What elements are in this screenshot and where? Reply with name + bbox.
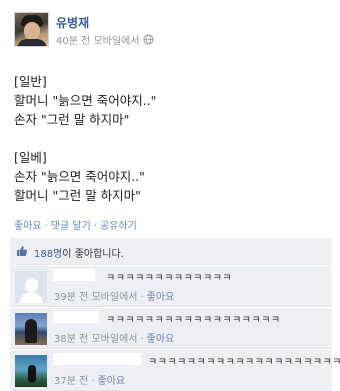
- share-button[interactable]: 공유하기: [100, 221, 137, 232]
- action-separator: ·: [44, 221, 48, 232]
- likes-text: 188명이 좋아합니다.: [34, 245, 124, 260]
- post-meta: 40분 전 모바일에서: [56, 32, 155, 47]
- comment-item: ㅋㅋㅋㅋㅋㅋㅋㅋㅋㅋㅋㅋㅋ 39분 전 모바일에서 · 좋아요: [10, 266, 332, 307]
- post-line: 할머니 "그런 말 하지마": [14, 188, 141, 203]
- comment-avatar[interactable]: [15, 313, 47, 345]
- avatar-figure: [28, 365, 36, 383]
- comment-like-button[interactable]: 좋아요: [98, 376, 126, 387]
- comment-avatar[interactable]: [15, 355, 47, 387]
- comment-author-redacted: [53, 353, 141, 365]
- comment-meta: 38분 전 모바일에서 · 좋아요: [54, 330, 174, 345]
- comment-item: ㅋㅋㅋㅋㅋㅋㅋㅋㅋㅋㅋㅋㅋㅋㅋㅋㅋㅋ 38분 전 모바일에서 · 좋아요: [10, 308, 332, 349]
- default-avatar-head: [25, 278, 38, 292]
- meta-separator: ·: [91, 376, 95, 387]
- post-line: [일반]: [14, 74, 47, 89]
- comment-author-redacted: [53, 269, 95, 281]
- comment-time[interactable]: 39분 전 모바일에서: [54, 292, 137, 303]
- comment-time[interactable]: 37분 전: [54, 376, 88, 387]
- post-body: [일반] 할머니 "늙으면 죽어야지.." 손자 "그런 말 하지마" [일베]…: [14, 72, 324, 205]
- default-avatar-shoulders: [19, 292, 43, 303]
- meta-separator: ·: [140, 334, 144, 345]
- comment-text: ㅋㅋㅋㅋㅋㅋㅋㅋㅋㅋㅋㅋㅋㅋㅋㅋㅋㅋㅋㅋㅋ: [148, 357, 340, 368]
- post-actions: 좋아요 · 댓글 달기 · 공유하기: [14, 217, 137, 232]
- post-line-gap: [14, 129, 324, 148]
- globe-icon: [143, 34, 155, 45]
- avatar-figure: [25, 319, 37, 343]
- comment-like-button[interactable]: 좋아요: [147, 292, 175, 303]
- likes-count[interactable]: 188명: [34, 249, 62, 260]
- comment-like-button[interactable]: 좋아요: [147, 334, 175, 345]
- action-separator: ·: [93, 221, 97, 232]
- meta-separator: ·: [140, 292, 144, 303]
- post-line: 할머니 "늙으면 죽어야지..": [14, 93, 157, 108]
- post-line: [일베]: [14, 150, 47, 165]
- comment-meta: 39분 전 모바일에서 · 좋아요: [54, 288, 174, 303]
- avatar-face: [24, 22, 40, 40]
- comment-text: ㅋㅋㅋㅋㅋㅋㅋㅋㅋㅋㅋㅋㅋ: [106, 273, 233, 284]
- author-name[interactable]: 유병재: [56, 14, 89, 31]
- like-button[interactable]: 좋아요: [14, 221, 42, 232]
- author-avatar[interactable]: [14, 12, 49, 47]
- post-line: 손자 "늙으면 죽어야지..": [14, 169, 145, 184]
- comment-author-redacted: [53, 311, 99, 323]
- comment-button[interactable]: 댓글 달기: [51, 221, 91, 232]
- comment-text: ㅋㅋㅋㅋㅋㅋㅋㅋㅋㅋㅋㅋㅋㅋㅋㅋㅋㅋ: [106, 315, 281, 326]
- comment-time[interactable]: 38분 전 모바일에서: [54, 334, 137, 345]
- comment-avatar[interactable]: [15, 271, 47, 303]
- post-line: 손자 "그런 말 하지마": [14, 112, 130, 127]
- likes-suffix: 이 좋아합니다.: [62, 249, 124, 260]
- avatar-body: [17, 39, 47, 46]
- post-time[interactable]: 40분 전 모바일에서: [56, 32, 139, 47]
- thumbs-up-icon: [17, 246, 28, 256]
- likes-summary: 188명이 좋아합니다.: [10, 238, 332, 265]
